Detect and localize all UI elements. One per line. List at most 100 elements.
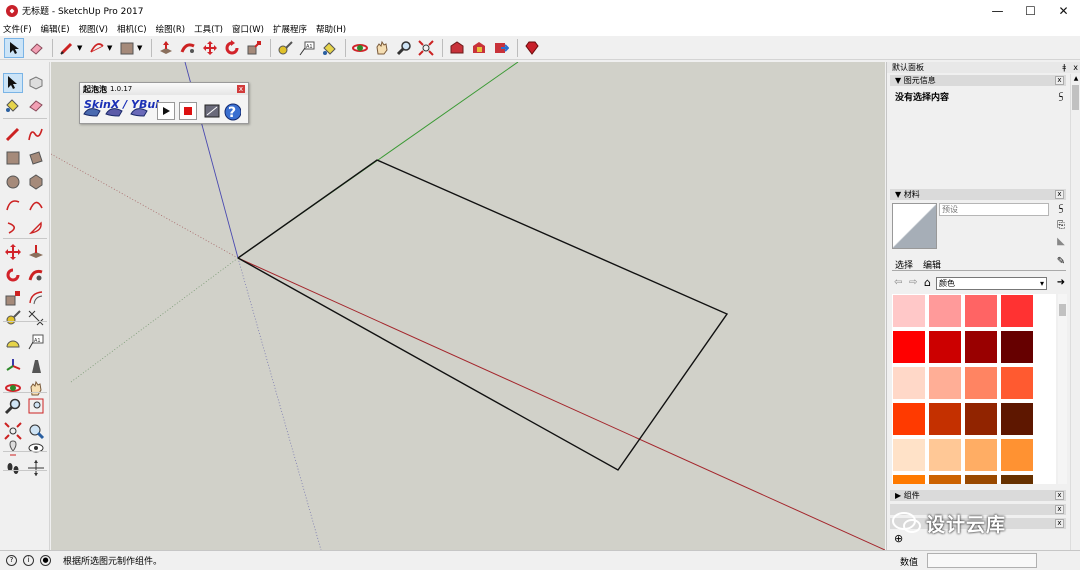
orbit-button[interactable]: [350, 38, 370, 58]
move-tool-button[interactable]: [3, 242, 23, 262]
menu-file[interactable]: 文件(F): [3, 23, 32, 35]
components-header[interactable]: ▶ 组件 x: [890, 490, 1066, 501]
dimension-tool-button[interactable]: [26, 308, 46, 328]
pan-button[interactable]: [372, 38, 392, 58]
select-tool-tool-button[interactable]: [3, 73, 23, 93]
extension-warehouse-button[interactable]: [469, 38, 489, 58]
color-swatch[interactable]: [929, 295, 961, 327]
scale-tool-button[interactable]: [3, 288, 23, 308]
shape-tool-button[interactable]: [117, 38, 137, 58]
color-swatch[interactable]: [929, 331, 961, 363]
axes-tool-button[interactable]: [3, 356, 23, 376]
create-material-icon[interactable]: ⎘: [1055, 220, 1067, 232]
position-camera-tool-button[interactable]: [3, 438, 23, 458]
scale-tool-button[interactable]: [244, 38, 264, 58]
details-arrow-icon[interactable]: ➜: [1055, 277, 1067, 289]
ruby-extension-button[interactable]: [522, 38, 542, 58]
home-icon[interactable]: ⌂: [924, 276, 931, 289]
eraser-tool-button[interactable]: [26, 38, 46, 58]
plugin-title-bar[interactable]: 起泡泡 1.0.17: [80, 83, 248, 95]
color-swatch[interactable]: [893, 439, 925, 471]
minimize-button[interactable]: —: [981, 0, 1014, 21]
tray-scrollbar[interactable]: ▲: [1070, 74, 1080, 550]
drawing-viewport[interactable]: [51, 62, 885, 550]
color-swatch[interactable]: [893, 403, 925, 435]
color-swatch[interactable]: [1001, 475, 1033, 484]
color-swatch[interactable]: [893, 367, 925, 399]
move-tool-button[interactable]: [200, 38, 220, 58]
look-around-tool-button[interactable]: [26, 438, 46, 458]
polygon-tool-button[interactable]: [26, 172, 46, 192]
materials-close-icon[interactable]: x: [1055, 190, 1064, 199]
color-swatch[interactable]: [1001, 295, 1033, 327]
select-tool-button[interactable]: [4, 37, 24, 58]
color-swatch[interactable]: [893, 331, 925, 363]
walk-tool-button[interactable]: [3, 458, 23, 478]
model-canvas[interactable]: [51, 62, 885, 550]
3d-warehouse-button[interactable]: [447, 38, 467, 58]
arc-tools-dropdown-icon[interactable]: ▼: [107, 44, 115, 52]
color-swatch[interactable]: [965, 439, 997, 471]
tape-measure-tool-button[interactable]: [3, 308, 23, 328]
stop-button[interactable]: [179, 102, 197, 120]
three-point-arc-tool-button[interactable]: [3, 218, 23, 238]
components-close-icon[interactable]: x: [1055, 491, 1064, 500]
rectangle-tool-button[interactable]: [3, 148, 23, 168]
pan-tool-button[interactable]: [26, 378, 46, 398]
play-button[interactable]: [157, 102, 175, 120]
color-swatch[interactable]: [1001, 439, 1033, 471]
geo-location-icon[interactable]: ?: [6, 555, 17, 566]
materials-header[interactable]: ▼ 材料 x: [890, 189, 1066, 200]
zoom-window-tool-button[interactable]: [26, 396, 46, 416]
close-button[interactable]: ✕: [1047, 0, 1080, 21]
material-name-field[interactable]: 预设: [939, 203, 1049, 216]
plugin-settings-button[interactable]: [203, 102, 221, 120]
share-model-button[interactable]: [491, 38, 511, 58]
color-swatch[interactable]: [893, 475, 925, 484]
collapsed-panel-close-icon[interactable]: x: [1055, 519, 1064, 528]
user-account-icon[interactable]: ●: [40, 555, 51, 566]
follow-me-button[interactable]: [178, 38, 198, 58]
forward-arrow-icon[interactable]: ⇨: [909, 277, 917, 288]
bubble-style-2-button[interactable]: [105, 102, 123, 120]
3d-text-tool-button[interactable]: [26, 356, 46, 376]
color-swatch[interactable]: [929, 475, 961, 484]
menu-draw[interactable]: 绘图(R): [156, 23, 186, 35]
rotated-rectangle-tool-button[interactable]: [26, 148, 46, 168]
menu-view[interactable]: 视图(V): [79, 23, 108, 35]
color-swatch[interactable]: [1001, 403, 1033, 435]
shape-tools-dropdown-icon[interactable]: ▼: [137, 44, 145, 52]
menu-help[interactable]: 帮助(H): [316, 23, 346, 35]
menu-window[interactable]: 窗口(W): [232, 23, 264, 35]
entity-info-toggle-icon[interactable]: ⫓: [1055, 92, 1067, 104]
material-category-select[interactable]: 颜色: [936, 277, 1047, 290]
two-point-arc-tool-button[interactable]: [26, 195, 46, 215]
color-swatch[interactable]: [965, 295, 997, 327]
color-swatch[interactable]: [929, 367, 961, 399]
line-tools-dropdown-icon[interactable]: ▼: [77, 44, 85, 52]
zoom-button[interactable]: [394, 38, 414, 58]
plugin-help-button[interactable]: ?: [223, 102, 241, 121]
tape-measure-button[interactable]: [275, 38, 295, 58]
plugin-close-button[interactable]: x: [237, 85, 245, 93]
section-plane-tool-button[interactable]: [26, 458, 46, 478]
rotate-tool-button[interactable]: [3, 265, 23, 285]
color-swatch[interactable]: [929, 403, 961, 435]
bubble-style-3-button[interactable]: [130, 102, 148, 120]
color-swatch[interactable]: [965, 475, 997, 484]
swatch-scrollbar[interactable]: [1058, 294, 1067, 484]
protractor-tool-button[interactable]: [3, 332, 23, 352]
text-tool-button[interactable]: A1: [297, 38, 317, 58]
tray-close-button[interactable]: x: [1073, 62, 1078, 73]
offset-tool-button[interactable]: [26, 288, 46, 308]
pie-tool-button[interactable]: [26, 218, 46, 238]
color-swatch[interactable]: [929, 439, 961, 471]
arc-tool-button[interactable]: [3, 195, 23, 215]
color-swatch[interactable]: [1001, 331, 1033, 363]
credits-icon[interactable]: i: [23, 555, 34, 566]
eraser-tool-button[interactable]: [26, 96, 46, 116]
arc-tool-button[interactable]: [87, 38, 107, 58]
maximize-button[interactable]: ☐: [1014, 0, 1047, 21]
collapsed-panel-close-icon[interactable]: x: [1055, 505, 1064, 514]
paint-bucket-button[interactable]: [319, 38, 339, 58]
